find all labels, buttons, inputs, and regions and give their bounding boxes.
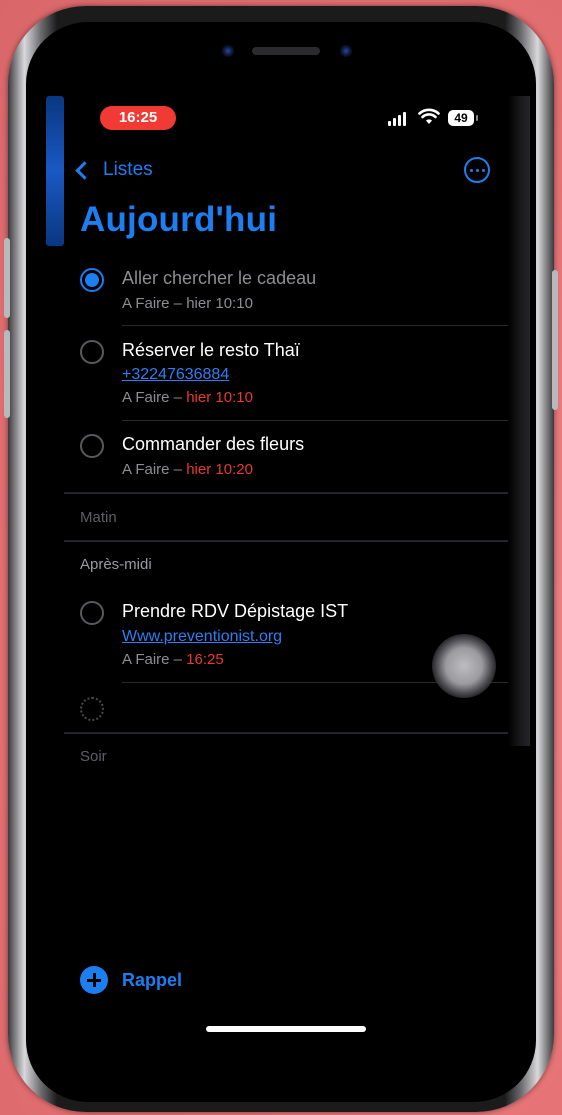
screen-reflection bbox=[46, 96, 64, 246]
page-title: Aujourd'hui bbox=[80, 200, 278, 239]
volume-up-button bbox=[4, 238, 10, 318]
sensor-icon bbox=[340, 45, 352, 57]
task-title[interactable]: Commander des fleurs bbox=[122, 434, 304, 455]
wifi-icon bbox=[418, 108, 440, 124]
divider bbox=[122, 325, 508, 326]
add-reminder-label: Rappel bbox=[122, 969, 183, 990]
back-button[interactable]: Listes bbox=[74, 158, 153, 182]
volume-down-button bbox=[4, 330, 10, 418]
section-divider bbox=[64, 492, 508, 494]
divider bbox=[122, 420, 508, 421]
section-header-apres-midi: Après-midi bbox=[80, 556, 152, 573]
ellipsis-circle-icon[interactable] bbox=[464, 157, 490, 183]
camera-icon bbox=[222, 45, 234, 57]
phone-link[interactable]: +32247636884 bbox=[122, 366, 229, 384]
completed-checkbox-icon[interactable] bbox=[80, 268, 104, 292]
battery-icon: 49 bbox=[448, 110, 474, 126]
chevron-left-icon bbox=[75, 160, 94, 180]
url-link[interactable]: Www.preventionist.org bbox=[122, 628, 282, 646]
list-item[interactable]: Commander des fleurs A Faire – hier 10:2… bbox=[80, 432, 510, 482]
task-meta: A Faire – 16:25 bbox=[122, 651, 224, 668]
section-divider bbox=[64, 732, 508, 734]
checkbox-icon[interactable] bbox=[80, 340, 104, 364]
task-meta: A Faire – hier 10:20 bbox=[122, 461, 253, 478]
task-meta: A Faire – hier 10:10 bbox=[122, 295, 253, 312]
battery-tip bbox=[476, 115, 478, 121]
back-label: Listes bbox=[103, 159, 153, 180]
power-button bbox=[552, 270, 558, 410]
new-item-row[interactable] bbox=[80, 697, 510, 725]
checkbox-icon[interactable] bbox=[80, 434, 104, 458]
section-divider bbox=[64, 540, 508, 542]
add-reminder-button[interactable]: Rappel bbox=[80, 966, 182, 994]
section-header-soir: Soir bbox=[80, 748, 107, 765]
status-icons: 49 bbox=[388, 108, 484, 128]
cellular-signal-icon bbox=[388, 112, 406, 126]
task-title[interactable]: Réserver le resto Thaï bbox=[122, 340, 300, 361]
task-title[interactable]: Aller chercher le cadeau bbox=[122, 268, 316, 289]
task-meta: A Faire – hier 10:10 bbox=[122, 389, 253, 406]
speaker-grille bbox=[252, 47, 320, 55]
assistive-touch-button[interactable] bbox=[432, 634, 496, 698]
screen-reflection-right bbox=[508, 96, 530, 746]
plus-circle-icon bbox=[80, 966, 108, 994]
empty-checkbox-icon[interactable] bbox=[80, 697, 104, 721]
list-item[interactable]: Réserver le resto Thaï +32247636884 A Fa… bbox=[80, 338, 510, 412]
checkbox-icon[interactable] bbox=[80, 601, 104, 625]
task-title[interactable]: Prendre RDV Dépistage IST bbox=[122, 601, 348, 622]
status-time[interactable]: 16:25 bbox=[100, 106, 176, 130]
list-item[interactable]: Aller chercher le cadeau A Faire – hier … bbox=[80, 266, 510, 316]
home-indicator[interactable] bbox=[206, 1026, 366, 1032]
section-header-matin: Matin bbox=[80, 509, 117, 526]
